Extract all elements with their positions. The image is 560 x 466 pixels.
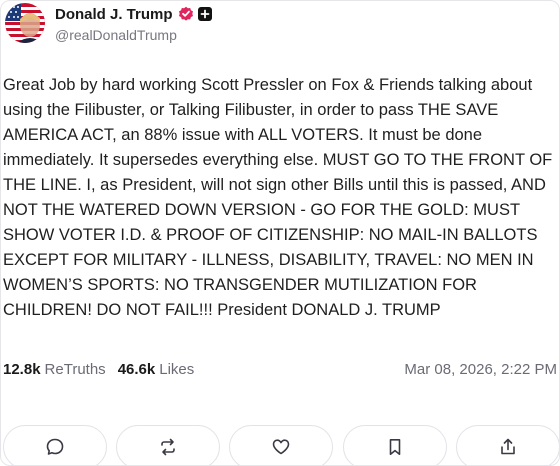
post-timestamp[interactable]: Mar 08, 2026, 2:22 PM — [404, 361, 557, 378]
share-icon — [501, 438, 515, 455]
retruths-count[interactable]: 12.8k — [3, 361, 41, 378]
bookmark-button[interactable] — [343, 425, 447, 465]
retruth-button[interactable] — [116, 425, 220, 465]
heart-icon — [272, 439, 290, 455]
post-header: Donald J. Trump @realDonaldTrump — [5, 3, 212, 43]
bookmark-icon — [389, 439, 401, 455]
post-card: Donald J. Trump @realDonaldTrump Great J… — [0, 0, 560, 466]
name-row: Donald J. Trump — [55, 3, 212, 25]
reply-button[interactable] — [3, 425, 107, 465]
verified-badge-icon — [178, 6, 194, 22]
repost-icon — [161, 438, 175, 456]
comment-icon — [46, 438, 64, 455]
action-bar — [1, 425, 559, 465]
share-button[interactable] — [456, 425, 559, 465]
plus-badge-icon — [197, 7, 212, 21]
author-handle[interactable]: @realDonaldTrump — [55, 27, 212, 43]
likes-count[interactable]: 46.6k — [118, 361, 156, 378]
likes-label[interactable]: Likes — [159, 361, 194, 378]
author-names: Donald J. Trump @realDonaldTrump — [55, 3, 212, 43]
author-display-name[interactable]: Donald J. Trump — [55, 6, 173, 23]
avatar[interactable] — [5, 3, 45, 43]
retruths-label[interactable]: ReTruths — [45, 361, 106, 378]
like-button[interactable] — [229, 425, 333, 465]
post-stats: 12.8k ReTruths 46.6k Likes Mar 08, 2026,… — [3, 361, 557, 378]
post-body-text: Great Job by hard working Scott Pressler… — [3, 76, 557, 319]
flag-portrait-avatar — [5, 3, 45, 43]
